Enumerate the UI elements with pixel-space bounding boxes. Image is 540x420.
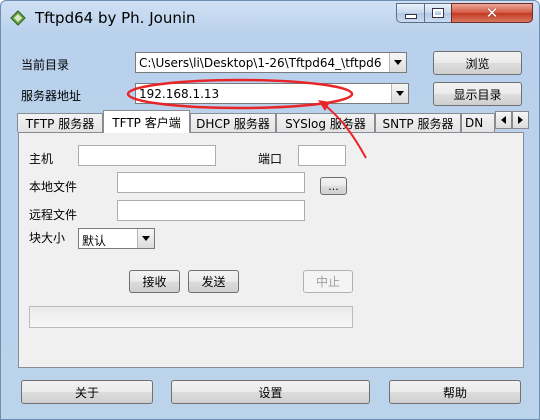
block-size-select[interactable]: 默认 xyxy=(78,228,155,249)
show-dir-button[interactable]: 显示目录 xyxy=(433,82,522,106)
maximize-icon xyxy=(432,8,444,18)
host-label: 主机 xyxy=(29,152,54,166)
minimize-button[interactable] xyxy=(396,3,425,23)
transfer-progress-bar xyxy=(29,306,353,328)
tab-syslog-server[interactable]: SYSlog 服务器 xyxy=(276,113,375,132)
port-input[interactable] xyxy=(298,145,346,166)
chevron-down-icon xyxy=(396,91,404,96)
minimize-icon xyxy=(404,13,417,19)
tab-scroll-left[interactable] xyxy=(495,111,512,129)
remote-file-input[interactable] xyxy=(117,200,305,221)
chevron-right-icon xyxy=(518,116,523,124)
window-title: Tftpd64 by Ph. Jounin xyxy=(35,9,196,27)
close-button[interactable]: ✕ xyxy=(451,3,533,23)
server-addr-label: 服务器地址 xyxy=(21,89,82,103)
server-addr-dropdown[interactable] xyxy=(391,84,408,103)
get-button[interactable]: 接收 xyxy=(129,270,180,293)
break-button: 中止 xyxy=(303,270,353,293)
port-label: 端口 xyxy=(258,152,283,166)
close-icon: ✕ xyxy=(485,3,499,22)
block-size-dropdown[interactable] xyxy=(137,229,154,248)
help-button[interactable]: 帮助 xyxy=(389,380,521,404)
server-addr-combo[interactable]: 192.168.1.13 xyxy=(135,83,409,104)
tab-strip: TFTP 服务器 TFTP 客户端 DHCP 服务器 SYSlog 服务器 SN… xyxy=(10,110,529,133)
chevron-left-icon xyxy=(501,116,506,124)
tab-dns-server[interactable]: DN xyxy=(461,113,495,132)
maximize-button[interactable] xyxy=(424,3,452,23)
tab-tftp-server[interactable]: TFTP 服务器 xyxy=(17,113,103,132)
host-input[interactable] xyxy=(78,145,216,166)
local-file-browse-button[interactable]: ... xyxy=(320,177,347,195)
about-button[interactable]: 关于 xyxy=(21,380,153,404)
tftp-client-panel xyxy=(18,132,524,368)
local-file-input[interactable] xyxy=(117,172,305,193)
current-dir-value: C:\Users\li\Desktop\1-26\Tftpd64_\tftpd6 xyxy=(139,56,382,70)
title-bar[interactable]: Tftpd64 by Ph. Jounin ✕ xyxy=(1,1,540,35)
tab-dhcp-server[interactable]: DHCP 服务器 xyxy=(190,113,276,132)
browse-button[interactable]: 浏览 xyxy=(433,51,522,75)
server-addr-value: 192.168.1.13 xyxy=(139,87,220,101)
tab-scroll-right[interactable] xyxy=(512,111,529,129)
tab-sntp-server[interactable]: SNTP 服务器 xyxy=(375,113,461,132)
put-button[interactable]: 发送 xyxy=(188,270,239,293)
chevron-down-icon xyxy=(142,236,150,241)
block-size-value: 默认 xyxy=(82,234,107,248)
tftpd-app-icon xyxy=(10,10,26,26)
current-dir-label: 当前目录 xyxy=(21,58,70,72)
current-dir-combo[interactable]: C:\Users\li\Desktop\1-26\Tftpd64_\tftpd6 xyxy=(135,52,407,73)
remote-file-label: 远程文件 xyxy=(29,208,78,222)
chevron-down-icon xyxy=(394,60,402,65)
tab-tftp-client[interactable]: TFTP 客户端 xyxy=(103,110,190,133)
settings-button[interactable]: 设置 xyxy=(171,380,370,404)
block-size-label: 块大小 xyxy=(29,231,66,245)
local-file-label: 本地文件 xyxy=(29,180,78,194)
current-dir-dropdown[interactable] xyxy=(389,53,406,72)
